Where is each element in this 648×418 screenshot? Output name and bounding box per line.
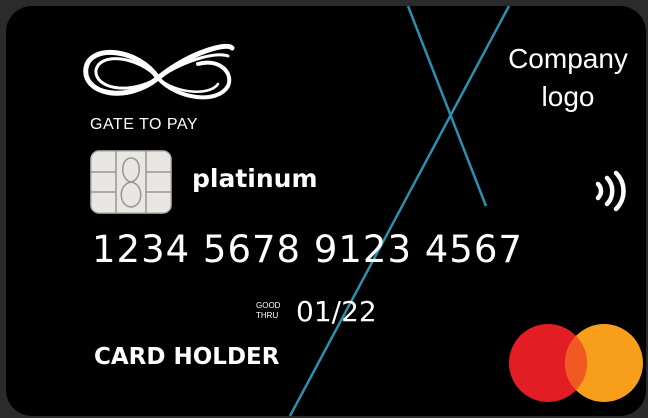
- emv-chip-icon: [90, 150, 172, 214]
- valid-thru-label: GOOD THRU: [256, 301, 296, 321]
- mastercard-icon: [509, 324, 643, 402]
- company-logo-placeholder: Company logo: [488, 40, 646, 116]
- valid-thru-line1: GOOD: [256, 301, 281, 310]
- issuer-name: GATE TO PAY: [90, 116, 199, 133]
- card-number: 1234 5678 9123 4567: [92, 228, 523, 271]
- valid-thru-line2: THRU: [256, 311, 279, 320]
- card-tier: platinum: [192, 164, 318, 193]
- company-logo-line1: Company: [508, 43, 628, 74]
- payment-card: GATE TO PAY Company logo platinum 1234 5…: [6, 6, 646, 416]
- expiry-date: 01/22: [296, 295, 377, 328]
- company-logo-line2: logo: [541, 81, 595, 112]
- contactless-icon: [595, 170, 626, 212]
- card-holder-name: CARD HOLDER: [94, 344, 280, 370]
- infinity-loop-icon: [83, 43, 235, 100]
